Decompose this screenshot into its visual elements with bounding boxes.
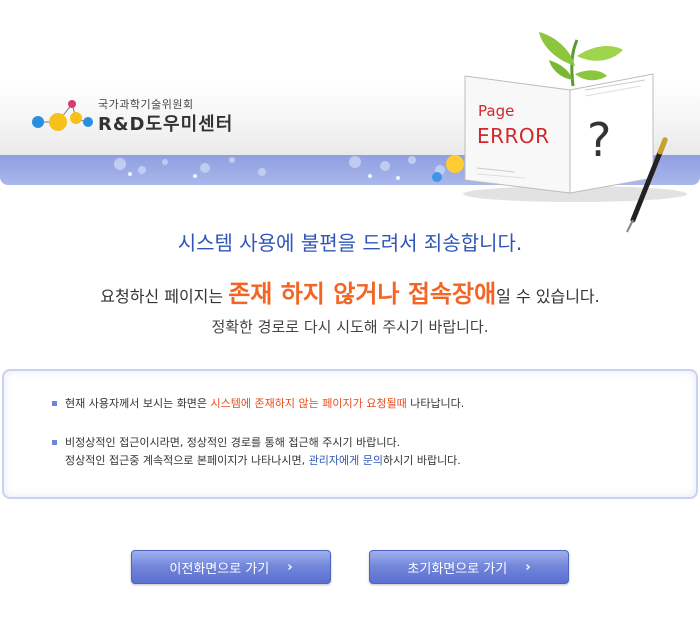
logo-icon bbox=[32, 100, 93, 131]
go-back-button[interactable]: 이전화면으로 가기 › bbox=[131, 550, 331, 584]
error-description: 요청하신 페이지는 존재 하지 않거나 접속장애일 수 있습니다. bbox=[0, 274, 700, 309]
chevron-right-icon: › bbox=[525, 559, 531, 575]
go-back-label: 이전화면으로 가기 bbox=[169, 561, 270, 577]
bullet-icon bbox=[52, 401, 57, 406]
bullet-icon bbox=[52, 440, 57, 445]
info-item-1: 현재 사용자께서 보시는 화면은 시스템에 존재하지 않는 페이지가 요청될때 … bbox=[52, 395, 464, 413]
go-home-label: 초기화면으로 가기 bbox=[407, 561, 508, 577]
question-mark-icon: ? bbox=[587, 113, 611, 167]
info-item-1-highlight: 시스템에 존재하지 않는 페이지가 요청될때 bbox=[210, 397, 407, 410]
error-description-prefix: 요청하신 페이지는 bbox=[100, 287, 229, 306]
retry-message: 정확한 경로로 다시 시도해 주시기 바랍니다. bbox=[211, 318, 489, 336]
info-item-2-line2-suffix: 하시기 바랍니다. bbox=[382, 454, 461, 467]
info-item-1-suffix: 나타납니다. bbox=[406, 397, 465, 410]
info-box: 현재 사용자께서 보시는 화면은 시스템에 존재하지 않는 페이지가 요청될때 … bbox=[2, 369, 698, 499]
go-home-button[interactable]: 초기화면으로 가기 › bbox=[369, 550, 569, 584]
error-label: ERROR bbox=[477, 124, 550, 148]
apology-message: 시스템 사용에 불편을 드려서 죄송합니다. bbox=[177, 231, 523, 255]
chevron-right-icon: › bbox=[287, 559, 293, 575]
info-item-2-line1: 비정상적인 접근이시라면, 정상적인 경로를 통해 접근해 주시기 바랍니다. bbox=[65, 436, 401, 449]
page-label: Page bbox=[478, 102, 515, 120]
info-item-2-line2-highlight: 관리자에게 문의 bbox=[308, 454, 383, 467]
error-description-suffix: 일 수 있습니다. bbox=[496, 287, 600, 306]
info-item-2: 비정상적인 접근이시라면, 정상적인 경로를 통해 접근해 주시기 바랍니다. … bbox=[52, 434, 461, 470]
info-item-1-prefix: 현재 사용자께서 보시는 화면은 bbox=[65, 397, 211, 410]
site-title: R&D도우미센터 bbox=[98, 114, 234, 135]
info-item-2-line2-prefix: 정상적인 접근중 계속적으로 본페이지가 나타나시면, bbox=[65, 454, 309, 467]
error-description-highlight: 존재 하지 않거나 접속장애 bbox=[228, 280, 497, 308]
